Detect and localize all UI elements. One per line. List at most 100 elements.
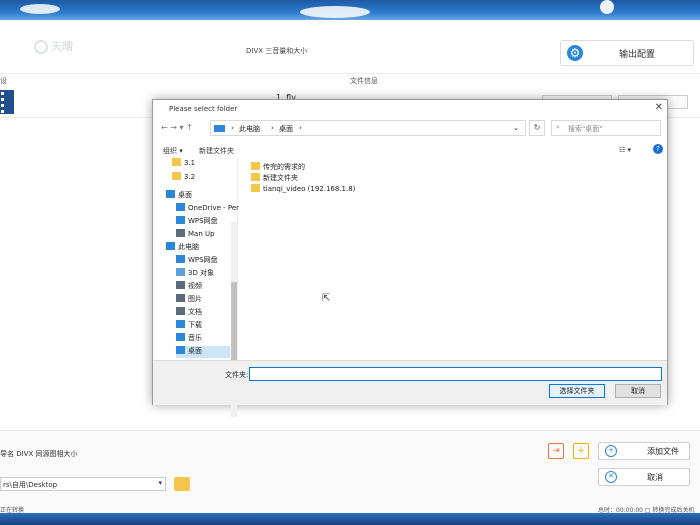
refresh-button[interactable]: ↻ [529,120,545,136]
select-folder-button[interactable]: 选择文件夹 [549,384,605,398]
tree-item[interactable]: 下载 [176,320,230,332]
mouse-cursor: ⇱ [322,293,331,304]
folder-icon [251,173,260,181]
tree-item-label: 3.1 [184,159,196,167]
crumb-separator: › [231,124,234,132]
view-options-icon[interactable]: ☷ ▾ [619,146,631,154]
image-icon [176,294,185,302]
organize-button[interactable]: 组织 ▾ [163,146,183,156]
tree-item-label: 音乐 [188,334,202,342]
folder-icon [251,162,260,170]
scrollbar-thumb[interactable] [231,282,237,366]
tree-item[interactable]: 文档 [176,307,230,319]
tree-item[interactable]: 桌面 [166,190,230,202]
desktop-wallpaper-top [0,0,700,22]
tree-item[interactable]: 3.1 [172,158,230,170]
user-icon [176,229,185,237]
network-folder-icon [251,184,260,192]
taskbar [0,513,700,525]
dialog-title: Please select folder [169,105,238,113]
crumb-separator: › [299,124,302,132]
help-icon[interactable]: ? [653,144,663,154]
file-item[interactable]: tianqi_video (192.168.1.8) [251,184,355,193]
tree-item-label: WPS网盘 [188,217,218,225]
back-icon[interactable]: ← [161,123,168,132]
tree-item[interactable]: 此电脑 [166,242,230,254]
stop-button[interactable]: ✕ 取消 [598,468,690,486]
tree-item-label: 此电脑 [178,243,199,251]
crumb-pc[interactable]: 此电脑 [239,124,260,134]
add-folder-icon[interactable]: + [573,443,589,459]
pc-icon [166,242,175,250]
tree-item[interactable]: WPS网盘 [176,216,230,228]
chevron-down-icon: ▾ [158,479,162,487]
tree-item[interactable]: WPS网盘 [176,255,230,267]
output-settings-button[interactable]: ⚙ 输出配置 [560,40,694,66]
search-placeholder: 搜索"桌面" [568,125,603,133]
download-icon [176,320,185,328]
output-path-select[interactable]: rs\自用\Desktop ▾ [0,477,166,491]
cloud [20,4,60,14]
app-header: 天晴 DIVX 三音量和大小 ⚙ 输出配置 [0,20,700,74]
up-icon[interactable]: ↑ [186,123,193,132]
bottom-panel: 导名 DIVX 同源图相大小 ⇥ + + 添加文件 ✕ 取消 rs\自用\Des… [0,430,700,513]
tree-item[interactable]: 桌面 [176,346,230,358]
tree-item[interactable]: OneDrive - Per [176,203,239,215]
search-input[interactable]: ⌕ 搜索"桌面" [551,120,661,136]
folder-label: 文件夹: [225,371,249,379]
browse-folder-icon[interactable] [174,477,190,491]
tree-item[interactable]: 3D 对象 [176,268,230,280]
column-settings: 设 [0,77,7,85]
cancel-button[interactable]: 取消 [615,384,661,398]
crumb-separator: › [271,124,274,132]
tree-item[interactable]: 图片 [176,294,230,306]
tree-item-label: OneDrive - Per [188,204,240,212]
document-icon [176,307,185,315]
file-item[interactable]: 传完的需求的 [251,162,305,172]
output-format-info: 导名 DIVX 同源图相大小 [0,450,78,458]
close-icon[interactable]: ✕ [655,102,663,113]
folder-name-input[interactable] [249,367,662,381]
tree-item-label: 文档 [188,308,202,316]
status-bar: 正在转换 总时：00:00:00 □ 转换完成后关机 [0,505,700,514]
dialog-footer: 文件夹: 选择文件夹 取消 [153,360,667,405]
video-icon [176,281,185,289]
desktop-icon [166,190,175,198]
chevron-down-icon[interactable]: ▾ [180,123,184,132]
tree-item-label: 下载 [188,321,202,329]
cloud [300,6,370,18]
tree-item-label: 桌面 [188,347,202,355]
tree-item-label: 桌面 [178,191,192,199]
tree-item-label: Man Up [188,230,215,238]
add-file-button[interactable]: + 添加文件 [598,442,690,460]
export-icon[interactable]: ⇥ [548,443,564,459]
tree-item[interactable]: Man Up [176,229,230,241]
wps-cloud-icon [176,255,185,263]
plus-icon: + [605,445,617,457]
column-header: 设 文件信息 [0,74,700,87]
cloud-icon [176,203,185,211]
folder-icon [172,158,181,166]
tree-item[interactable]: 视频 [176,281,230,293]
file-item-label: 传完的需求的 [263,163,305,171]
crumb-desktop[interactable]: 桌面 [279,124,293,134]
desktop-icon [176,346,185,354]
address-bar[interactable]: › 此电脑 › 桌面 › ⌄ [210,120,526,136]
cube-icon [176,268,185,276]
chevron-down-icon[interactable]: ⌄ [513,124,519,132]
stop-icon: ✕ [605,471,617,483]
tree-item[interactable]: 3.2 [172,172,230,184]
video-file-icon [0,90,14,114]
new-folder-button[interactable]: 新建文件夹 [199,146,234,156]
tree-item[interactable]: 音乐 [176,333,230,345]
tree-item-label: 3.2 [184,173,196,181]
wps-cloud-icon [176,216,185,224]
file-item[interactable]: 新建文件夹 [251,173,298,183]
file-list: 传完的需求的 新建文件夹 tianqi_video (192.168.1.8) [245,158,665,360]
folder-icon [172,172,181,180]
select-folder-dialog: Please select folder ✕ ← → ▾ ↑ › 此电脑 › 桌… [152,99,668,417]
output-settings-label: 输出配置 [619,50,656,60]
tray-icon [600,0,614,14]
forward-icon[interactable]: → [170,123,177,132]
file-item-label: 新建文件夹 [263,174,298,182]
